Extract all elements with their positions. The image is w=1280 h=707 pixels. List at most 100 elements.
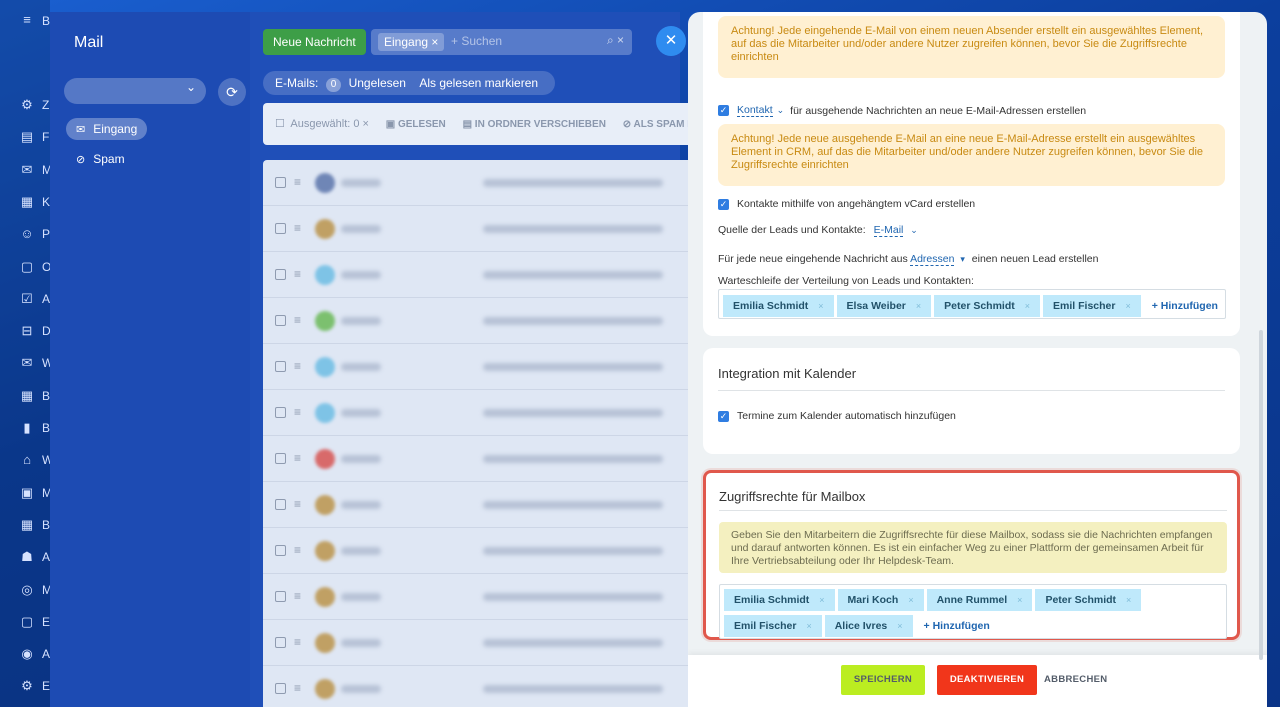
nav-item-label[interactable]: P (42, 227, 50, 241)
nav-item-label[interactable]: B (42, 389, 50, 403)
chevron-down-icon[interactable]: ⌄ (777, 105, 785, 116)
nav-item-icon[interactable]: ▤ (19, 129, 35, 145)
person-tag[interactable]: Mari Koch × (837, 589, 924, 611)
sync-icon[interactable]: ⟳ (218, 78, 246, 106)
remove-icon[interactable]: × (1025, 295, 1030, 317)
drag-handle-icon[interactable]: ≡ (294, 313, 301, 327)
close-icon[interactable]: ✕ (656, 26, 686, 56)
drag-handle-icon[interactable]: ≡ (294, 543, 301, 557)
nav-item-label[interactable]: E (42, 679, 50, 693)
nav-item-label[interactable]: B (42, 518, 50, 532)
nav-item-icon[interactable]: ☗ (19, 549, 35, 565)
move-action[interactable]: ▤ IN ORDNER VERSCHIEBEN (463, 119, 606, 130)
folder-spam[interactable]: ⊘ Spam (66, 148, 135, 170)
person-tag[interactable]: Anne Rummel × (926, 589, 1033, 611)
nav-item-icon[interactable]: ▢ (19, 614, 35, 630)
mail-row[interactable]: ≡ (263, 252, 693, 298)
nav-item-icon[interactable]: ☺ (19, 226, 35, 242)
row-checkbox[interactable] (275, 407, 286, 418)
checkbox-checked-icon[interactable]: ✓ (718, 105, 729, 116)
search-bar[interactable]: Eingang × + Suchen ⌕ × (371, 29, 632, 55)
row-checkbox[interactable] (275, 637, 286, 648)
remove-icon[interactable]: × (1125, 295, 1130, 317)
menu-icon[interactable]: ≡ (19, 12, 35, 28)
remove-icon[interactable]: × (818, 295, 823, 317)
scrollbar[interactable] (1259, 330, 1263, 660)
mail-row[interactable]: ≡ (263, 482, 693, 528)
mail-row[interactable]: ≡ (263, 390, 693, 436)
person-tag[interactable]: Emil Fischer × (724, 615, 822, 637)
folder-inbox[interactable]: ✉ Eingang (66, 118, 148, 140)
nav-item-icon[interactable]: ⚙ (19, 678, 35, 694)
nav-item-icon[interactable]: ◎ (19, 582, 35, 598)
drag-handle-icon[interactable]: ≡ (294, 405, 301, 419)
person-tag[interactable]: Emil Fischer × (1043, 295, 1141, 317)
mail-row[interactable]: ≡ (263, 574, 693, 620)
mail-row[interactable]: ≡ (263, 160, 693, 206)
drag-handle-icon[interactable]: ≡ (294, 589, 301, 603)
search-icon[interactable]: ⌕ × (607, 33, 624, 48)
mail-row[interactable]: ≡ (263, 620, 693, 666)
person-tag[interactable]: Peter Schmidt × (934, 295, 1041, 317)
row-checkbox[interactable] (275, 269, 286, 280)
nav-item-label[interactable]: K (42, 195, 50, 209)
row-checkbox[interactable] (275, 315, 286, 326)
drag-handle-icon[interactable]: ≡ (294, 221, 301, 235)
checkbox-checked-icon[interactable]: ✓ (718, 198, 729, 210)
nav-item-label[interactable]: B (42, 421, 50, 435)
nav-item-icon[interactable]: ▢ (19, 259, 35, 275)
nav-item-label[interactable]: A (42, 292, 50, 306)
remove-icon[interactable]: × (916, 295, 921, 317)
filter-chip[interactable]: Eingang × (378, 33, 445, 51)
mail-row[interactable]: ≡ (263, 666, 693, 707)
drag-handle-icon[interactable]: ≡ (294, 451, 301, 465)
person-tag[interactable]: Peter Schmidt × (1035, 589, 1142, 611)
queue-selector[interactable]: Emilia Schmidt × Elsa Weiber × Peter Schmidt… (718, 289, 1226, 319)
nav-item-icon[interactable]: ⊟ (19, 323, 35, 339)
add-person-link[interactable]: + Hinzufügen (1152, 300, 1218, 312)
drag-handle-icon[interactable]: ≡ (294, 497, 301, 511)
nav-item-icon[interactable]: ⌂ (19, 452, 35, 468)
nav-item-icon[interactable]: ✉ (19, 355, 35, 371)
checkbox-checked-icon[interactable]: ✓ (718, 410, 729, 422)
person-tag[interactable]: Emilia Schmidt × (723, 295, 834, 317)
nav-item-label[interactable]: E (42, 615, 50, 629)
nav-item-label[interactable]: A (42, 647, 50, 661)
cancel-button[interactable]: ABBRECHEN (1044, 665, 1107, 695)
person-tag[interactable]: Emilia Schmidt × (724, 589, 835, 611)
mailbox-selector[interactable] (64, 78, 206, 104)
row-checkbox[interactable] (275, 223, 286, 234)
remove-icon[interactable]: × (1126, 589, 1131, 611)
nav-item-icon[interactable]: ▮ (19, 420, 35, 436)
nav-item-icon[interactable]: ▦ (19, 517, 35, 533)
person-tag[interactable]: Alice Ivres × (824, 615, 913, 637)
unread-label[interactable]: Ungelesen (349, 76, 406, 90)
remove-icon[interactable]: × (908, 589, 913, 611)
row-checkbox[interactable] (275, 361, 286, 372)
new-message-button[interactable]: Neue Nachricht (263, 29, 366, 55)
chevron-down-icon[interactable]: ⌄ (910, 225, 918, 235)
nav-item-label[interactable]: F (42, 130, 49, 144)
access-selector[interactable]: Emilia Schmidt × Mari Koch × Anne Rummel × Pet… (719, 584, 1227, 639)
row-checkbox[interactable] (275, 545, 286, 556)
nav-item-label[interactable]: A (42, 550, 50, 564)
nav-item-icon[interactable]: ◉ (19, 646, 35, 662)
mail-row[interactable]: ≡ (263, 206, 693, 252)
nav-item-label[interactable]: Z (42, 98, 49, 112)
remove-icon[interactable]: × (819, 589, 824, 611)
drag-handle-icon[interactable]: ≡ (294, 681, 301, 695)
mail-row[interactable]: ≡ (263, 344, 693, 390)
remove-icon[interactable]: × (1017, 589, 1022, 611)
source-dropdown[interactable]: E-Mail (873, 224, 904, 237)
row-checkbox[interactable] (275, 453, 286, 464)
row-checkbox[interactable] (275, 683, 286, 694)
nav-item-icon[interactable]: ▣ (19, 485, 35, 501)
deactivate-button[interactable]: DEAKTIVIEREN (937, 665, 1037, 695)
row-checkbox[interactable] (275, 499, 286, 510)
caret-down-icon[interactable]: ▾ (960, 254, 965, 264)
nav-item-icon[interactable]: ☑ (19, 291, 35, 307)
outgoing-entity-dropdown[interactable]: Kontakt (737, 104, 773, 117)
nav-item-icon[interactable]: ✉ (19, 162, 35, 178)
row-checkbox[interactable] (275, 177, 286, 188)
person-tag[interactable]: Elsa Weiber × (836, 295, 932, 317)
